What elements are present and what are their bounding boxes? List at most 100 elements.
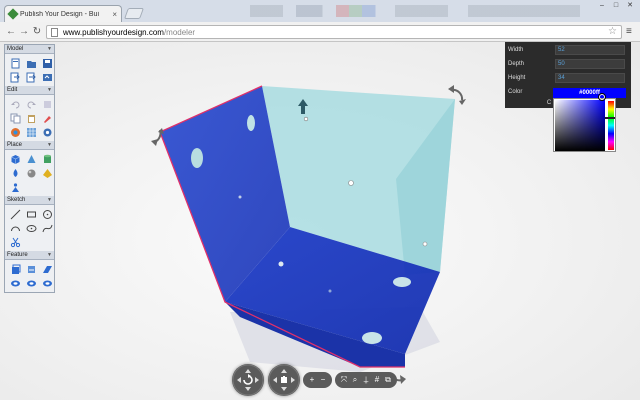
open-folder-icon[interactable] xyxy=(25,57,37,69)
saturation-value-area[interactable] xyxy=(555,100,605,151)
color-picker[interactable] xyxy=(553,98,616,152)
minimize-button[interactable]: – xyxy=(596,2,608,10)
hole-1 xyxy=(191,148,203,168)
circle-icon[interactable] xyxy=(41,208,53,220)
drop-icon[interactable] xyxy=(9,167,21,179)
back-icon[interactable]: ← xyxy=(5,25,17,38)
toolbox-panel-title: Edit xyxy=(7,87,18,93)
toolbox-panel-header-feature[interactable]: Feature ▼ xyxy=(5,251,54,260)
vertex-dot xyxy=(303,116,309,122)
browser-menu-icon[interactable]: ≡ xyxy=(626,25,636,38)
width-row: Width 52 xyxy=(508,44,625,56)
view-tools-group: ⤧ ⌕ ⍊ # ⧉ xyxy=(335,372,397,388)
hue-slider-knob[interactable] xyxy=(605,117,615,119)
layers-icon[interactable]: ⧉ xyxy=(383,375,393,385)
person-icon[interactable] xyxy=(9,181,21,193)
depth-row: Depth 50 xyxy=(508,58,625,70)
loft-icon[interactable] xyxy=(41,263,53,275)
new-tab-button[interactable] xyxy=(123,8,145,19)
pan-icon xyxy=(268,364,300,396)
toolbox-panel-header-edit[interactable]: Edit ▼ xyxy=(5,86,54,95)
rectangle-icon[interactable] xyxy=(25,208,37,220)
vertex-dot xyxy=(328,289,332,293)
vertex-dot xyxy=(238,195,242,199)
grid-toggle-icon[interactable]: # xyxy=(372,375,382,385)
sphere-icon[interactable] xyxy=(25,167,37,179)
cylinder-icon[interactable] xyxy=(41,153,53,165)
collapse-caret-icon[interactable]: ▼ xyxy=(47,197,52,203)
height-input[interactable]: 34 xyxy=(555,73,625,83)
toolbox-panel-body xyxy=(5,150,54,196)
revolve-icon[interactable] xyxy=(25,263,37,275)
orbit-control[interactable] xyxy=(232,364,264,396)
toolbox-panel-body xyxy=(5,54,54,86)
hole-icon[interactable] xyxy=(9,277,21,289)
scissors-icon[interactable] xyxy=(9,236,21,248)
zoom-in-icon[interactable]: + xyxy=(307,375,317,385)
bookmark-star-icon[interactable]: ☆ xyxy=(608,26,617,38)
width-input[interactable]: 52 xyxy=(555,45,625,55)
ellipse-icon[interactable] xyxy=(25,222,37,234)
collapse-caret-icon[interactable]: ▼ xyxy=(47,87,52,93)
panel-collapse-button[interactable]: C xyxy=(545,98,553,108)
toolbox-panel-header-model[interactable]: Model ▼ xyxy=(5,45,54,54)
cone-icon[interactable] xyxy=(25,153,37,165)
address-bar[interactable]: www.publishyourdesign.com/modeler ☆ xyxy=(46,25,622,39)
paste-icon[interactable] xyxy=(25,112,37,124)
extrude-icon[interactable] xyxy=(9,263,21,275)
export-icon[interactable] xyxy=(25,71,37,83)
toolbox-panel-body xyxy=(5,95,54,141)
forward-icon[interactable]: → xyxy=(18,25,30,38)
tab-close-icon[interactable]: × xyxy=(112,10,117,19)
toolbox-panel-title: Model xyxy=(7,46,24,52)
vertex-dot xyxy=(422,241,428,247)
fit-icon[interactable]: ⤧ xyxy=(339,375,349,385)
measure-icon[interactable]: ⍊ xyxy=(361,375,371,385)
view-icon[interactable] xyxy=(25,277,37,289)
undo-icon[interactable] xyxy=(9,98,21,110)
maximize-button[interactable]: □ xyxy=(610,2,622,10)
new-file-icon[interactable] xyxy=(9,57,21,69)
import-icon[interactable] xyxy=(9,71,21,83)
browser-nav-bar: ← → ↻ www.publishyourdesign.com/modeler … xyxy=(0,22,640,42)
pyramid-icon[interactable] xyxy=(41,167,53,179)
line-icon[interactable] xyxy=(9,208,21,220)
spline-icon[interactable] xyxy=(41,222,53,234)
redo-icon[interactable] xyxy=(25,98,37,110)
hole-2 xyxy=(247,115,255,131)
site-favicon-icon xyxy=(7,8,19,20)
pan-control[interactable] xyxy=(268,364,300,396)
toolbox-panel-header-place[interactable]: Place ▼ xyxy=(5,141,54,150)
settings-icon[interactable] xyxy=(41,126,53,138)
publish-icon[interactable] xyxy=(41,71,53,83)
search-icon[interactable]: ⌕ xyxy=(350,375,360,385)
reload-icon[interactable]: ↻ xyxy=(31,25,43,38)
depth-input[interactable]: 50 xyxy=(555,59,625,69)
toolbox-panel-header-sketch[interactable]: Sketch ▼ xyxy=(5,196,54,205)
browser-tab[interactable]: Publish Your Design - Bui × xyxy=(4,5,122,22)
page-icon xyxy=(51,28,58,37)
zoom-out-icon[interactable]: − xyxy=(318,375,328,385)
copy-icon[interactable] xyxy=(9,112,21,124)
color-picker-knob[interactable] xyxy=(598,93,606,101)
grid-icon[interactable] xyxy=(25,126,37,138)
close-window-button[interactable]: ✕ xyxy=(624,2,636,10)
color-value-field[interactable]: #0000ff xyxy=(553,88,626,98)
toolbox-panel-body xyxy=(5,260,54,292)
collapse-caret-icon[interactable]: ▼ xyxy=(47,252,52,258)
collapse-caret-icon[interactable]: ▼ xyxy=(47,142,52,148)
depth-label: Depth xyxy=(508,61,525,67)
cube-icon[interactable] xyxy=(9,153,21,165)
arc-icon[interactable] xyxy=(9,222,21,234)
collapse-caret-icon[interactable]: ▼ xyxy=(47,46,52,52)
url-host: www.publishyourdesign.com xyxy=(63,28,164,37)
hue-slider[interactable] xyxy=(607,100,615,151)
clear-icon[interactable] xyxy=(41,98,53,110)
save-icon[interactable] xyxy=(41,57,53,69)
tool-palette: Model ▼ Edit ▼ Place ▼ Sketch ▼ Feature ▼ xyxy=(4,44,55,293)
color-wheel-icon[interactable] xyxy=(9,126,21,138)
blurred-bookmark-strip xyxy=(250,5,580,17)
paint-icon[interactable] xyxy=(41,112,53,124)
inspect-icon[interactable] xyxy=(41,277,53,289)
vertex-dot xyxy=(348,180,354,186)
